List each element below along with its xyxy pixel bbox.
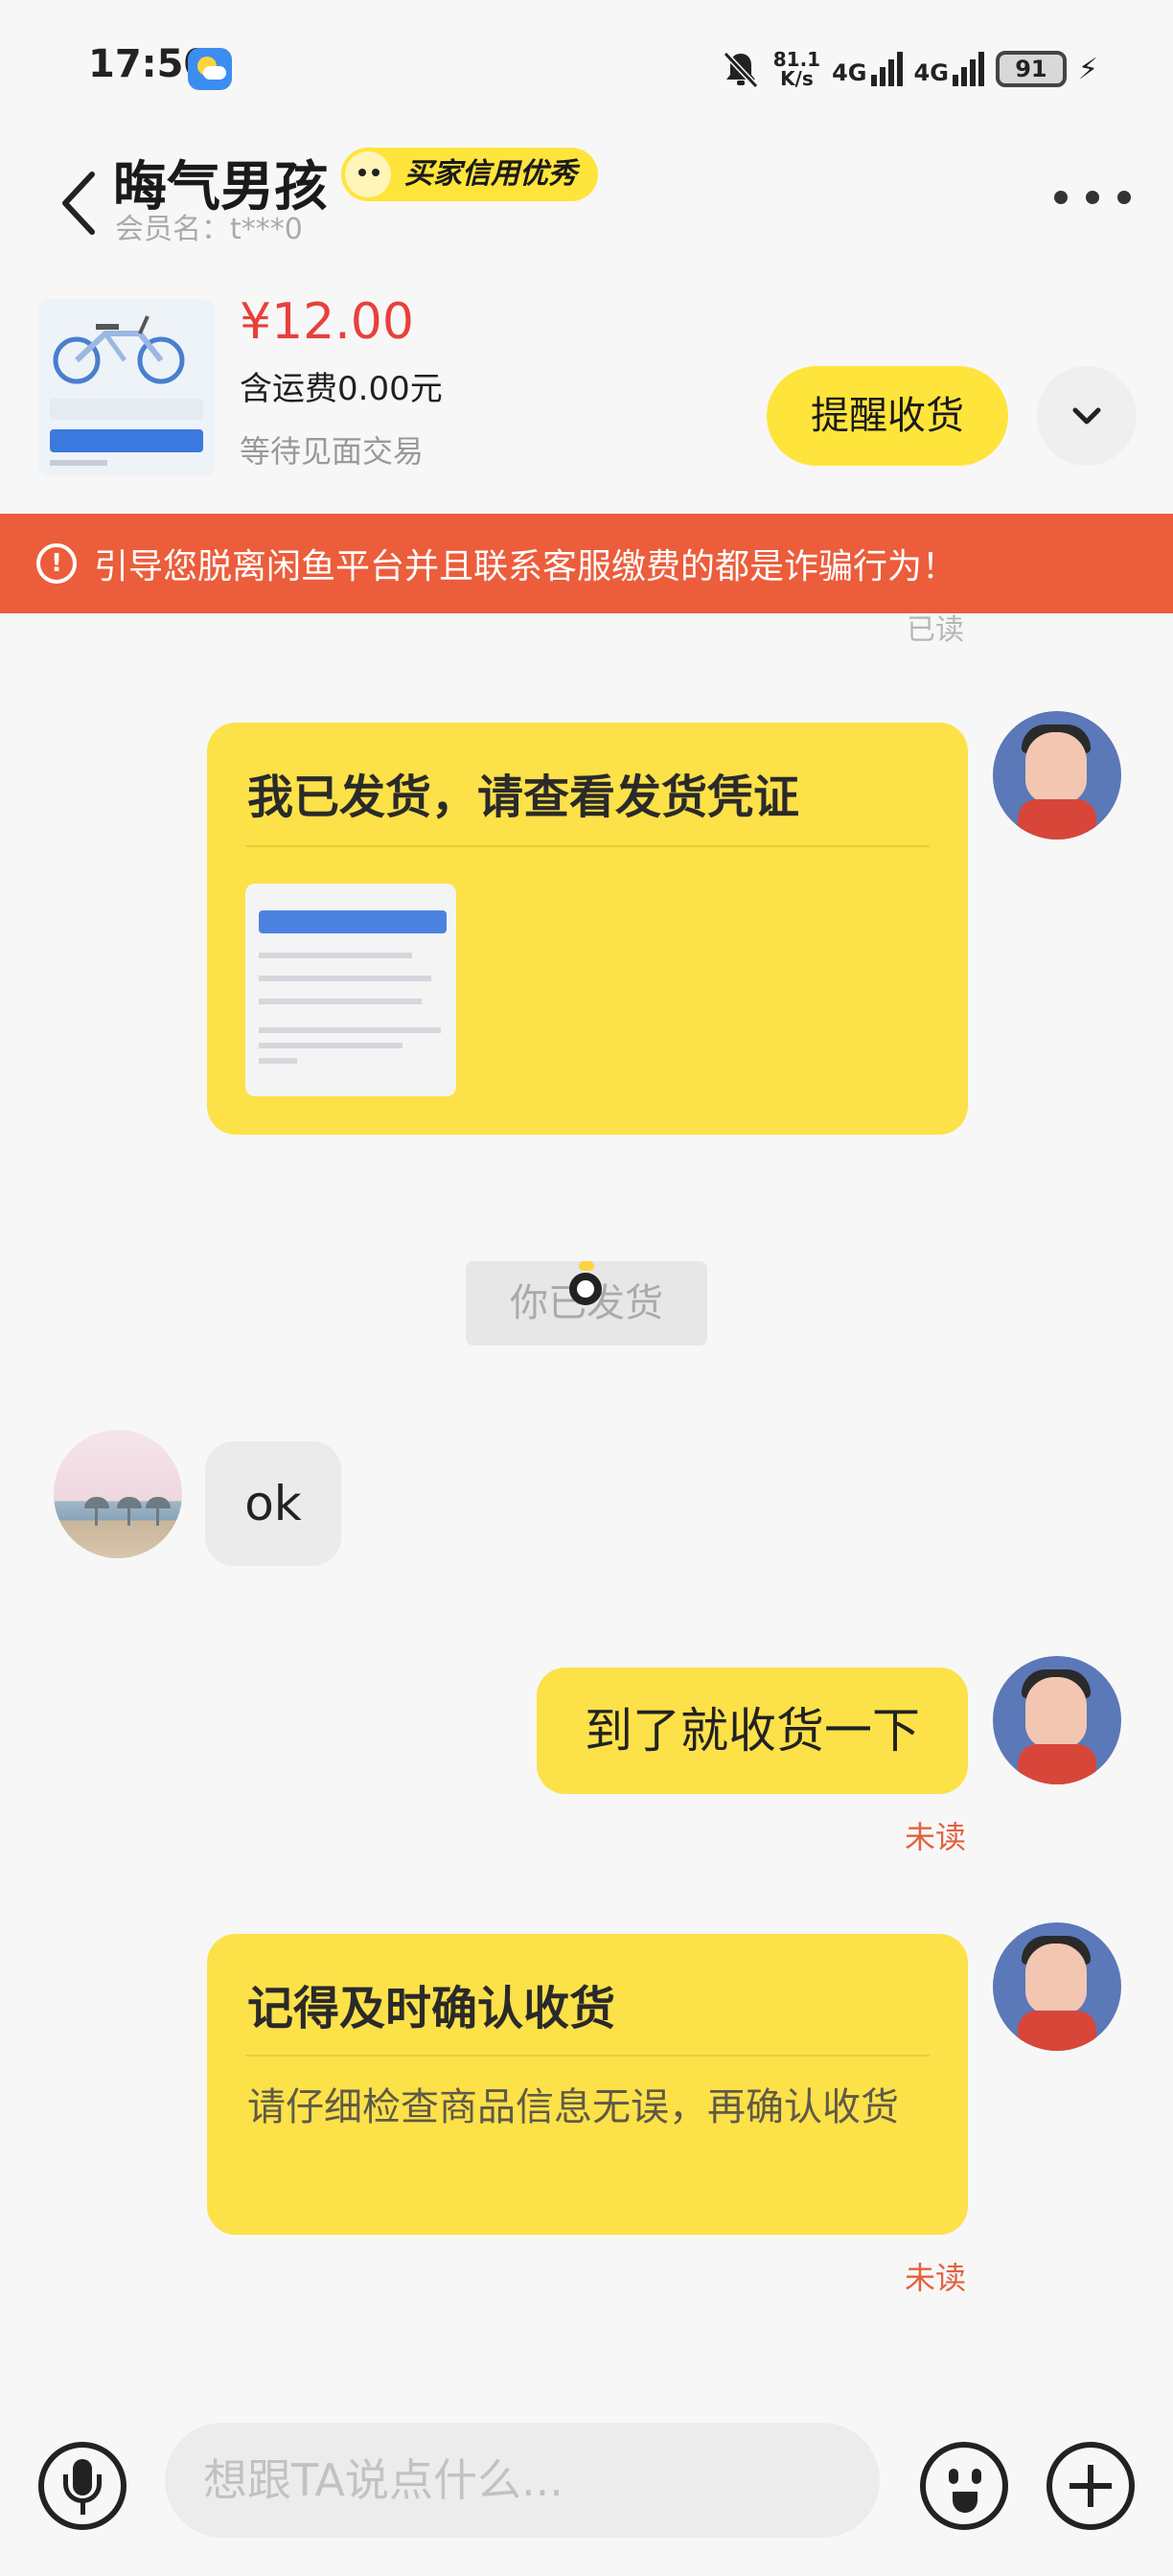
status-bar: 17:50 81.1 K/s 4G 4G 91 ⚡	[0, 0, 1173, 144]
incoming-message[interactable]: ok	[205, 1441, 341, 1566]
unread-status: 未读	[905, 1819, 967, 1855]
battery-level: 91	[1015, 56, 1047, 82]
mute-bell-icon	[723, 51, 758, 89]
warning-text: 引导您脱离闲鱼平台并且联系客服缴费的都是诈骗行为！	[94, 547, 957, 586]
card-title: 记得及时确认收货	[247, 1982, 616, 2036]
signal-bars-icon	[870, 52, 903, 86]
emoji-icon[interactable]	[920, 2442, 1008, 2530]
chevron-down-icon[interactable]	[1037, 366, 1137, 466]
my-avatar[interactable]	[993, 1922, 1121, 2051]
contact-avatar[interactable]	[54, 1430, 182, 1558]
order-status: 等待见面交易	[240, 433, 425, 470]
card-divider	[245, 845, 930, 847]
charging-bolt-icon: ⚡	[1077, 52, 1098, 86]
microphone-icon[interactable]	[38, 2442, 126, 2530]
shipping-receipt-image[interactable]	[245, 884, 456, 1096]
card-title: 我已发货，请查看发货凭证	[247, 770, 800, 824]
card-body: 请仔细检查商品信息无误，再确认收货	[247, 2085, 899, 2129]
product-thumbnail[interactable]	[38, 299, 215, 475]
remind-receipt-button[interactable]: 提醒收货	[767, 366, 1008, 466]
bicycle-image	[53, 315, 185, 384]
network-type-1: 4G	[832, 59, 867, 86]
signal-bars-icon	[952, 52, 984, 86]
loading-spinner-icon	[569, 1261, 602, 1305]
my-avatar[interactable]	[993, 711, 1121, 840]
chat-header: 晦气男孩 买家信用优秀 会员名：t***0	[0, 144, 1173, 278]
fish-mascot-icon	[345, 151, 391, 197]
net-speed-value: 81.1	[772, 48, 821, 71]
more-options-icon[interactable]	[1054, 178, 1131, 217]
card-divider	[245, 2055, 930, 2057]
weather-icon	[188, 48, 232, 90]
outgoing-message[interactable]: 到了就收货一下	[537, 1668, 968, 1794]
shipping-proof-card[interactable]: 我已发货，请查看发货凭证	[207, 723, 968, 1135]
net-speed: 81.1 K/s	[773, 50, 820, 88]
product-price: ¥12.00	[240, 293, 414, 351]
network-type-2: 4G	[913, 59, 949, 86]
signal-sim1: 4G	[832, 52, 903, 86]
input-bar	[0, 2392, 1173, 2576]
message-input[interactable]	[165, 2423, 880, 2538]
chat-screen: 17:50 81.1 K/s 4G 4G 91 ⚡ 晦气男孩 买家信用优秀 会员…	[0, 0, 1173, 2576]
confirm-receipt-card[interactable]: 记得及时确认收货 请仔细检查商品信息无误，再确认收货	[207, 1934, 968, 2235]
fraud-warning-banner: ! 引导您脱离闲鱼平台并且联系客服缴费的都是诈骗行为！	[0, 514, 1173, 613]
credit-badge[interactable]: 买家信用优秀	[341, 148, 598, 201]
back-arrow-icon[interactable]	[52, 159, 109, 245]
plus-icon[interactable]	[1046, 2442, 1135, 2530]
read-receipt: 已读	[907, 613, 964, 647]
product-card[interactable]: ¥12.00 含运费0.00元 等待见面交易 提醒收货	[0, 284, 1173, 510]
my-avatar[interactable]	[993, 1656, 1121, 1784]
net-speed-unit: K/s	[780, 67, 814, 90]
signal-sim2: 4G	[914, 52, 984, 86]
unread-status: 未读	[905, 2260, 967, 2296]
alert-circle-icon: !	[36, 543, 77, 584]
credit-badge-label: 买家信用优秀	[404, 157, 577, 191]
member-id: 会员名：t***0	[115, 213, 303, 246]
shipping-fee: 含运费0.00元	[240, 370, 443, 408]
status-icons: 81.1 K/s 4G 4G 91 ⚡	[720, 42, 1098, 96]
battery-icon: 91	[995, 51, 1067, 87]
